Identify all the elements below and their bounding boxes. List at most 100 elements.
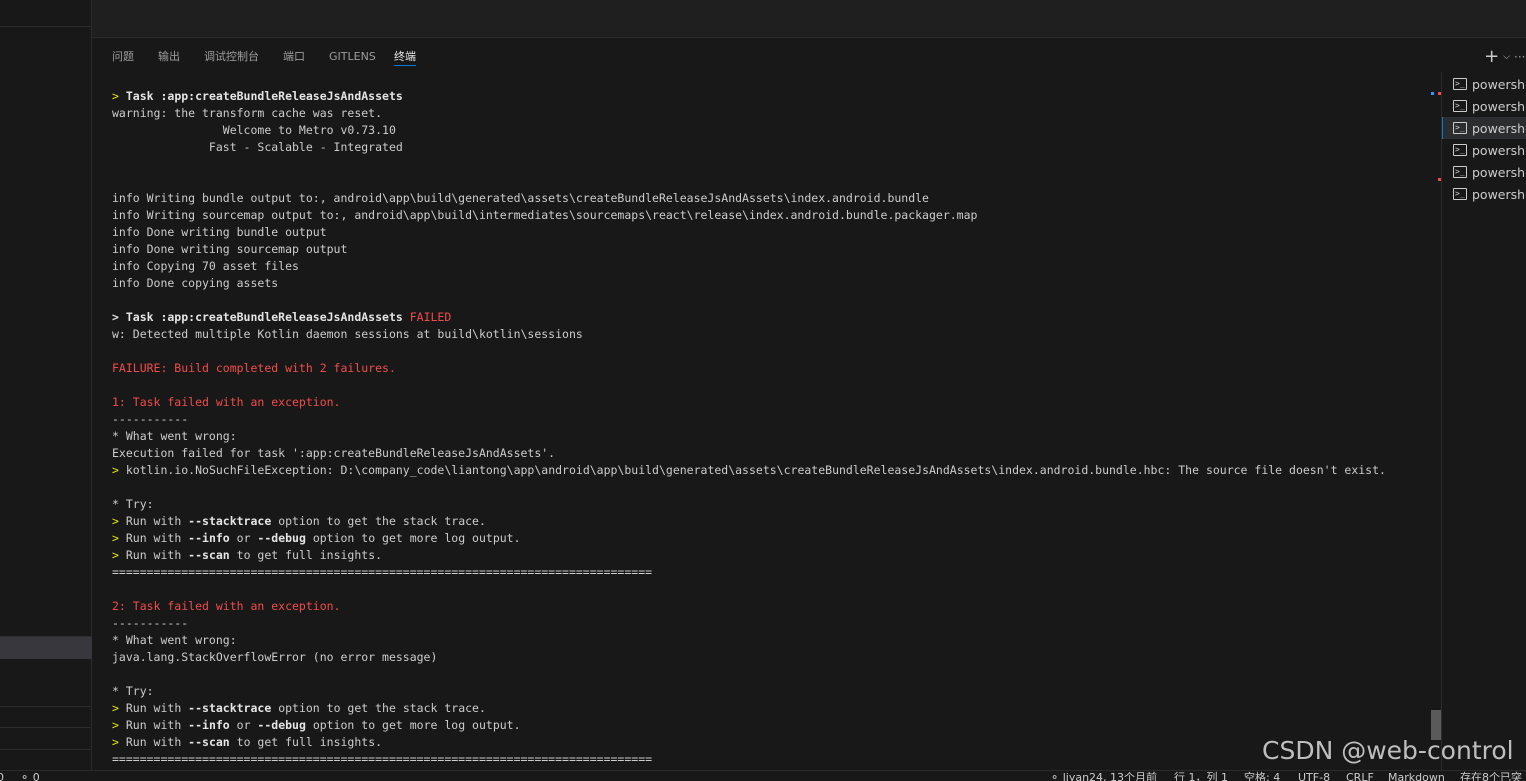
tab-terminal[interactable]: 终端 [394, 50, 416, 66]
terminal-text-segment: Run with [125, 514, 189, 528]
terminal-text-segment: warning: the transform cache was reset. [112, 106, 383, 120]
status-errors[interactable]: 0 [0, 772, 4, 781]
terminal-tab-item[interactable]: >_ powershell [1442, 95, 1526, 117]
terminal-text-segment: > [112, 701, 126, 715]
terminal-text-segment: Welcome to Metro v0.73.10 [112, 123, 396, 137]
terminal-text-segment: > [112, 531, 126, 545]
terminal-line: ----------- [112, 615, 1386, 632]
terminal-text-segment: info Done writing sourcemap output [112, 242, 348, 256]
terminal-text-segment: FAILURE: Build completed with 2 failures… [112, 361, 396, 375]
terminal-line: ========================================… [112, 564, 1386, 581]
terminal-icon: >_ [1453, 188, 1467, 200]
terminal-text-segment: ========================================… [112, 565, 653, 579]
terminal-text-segment: ----------- [112, 616, 189, 630]
sidebar-selected-item[interactable] [0, 637, 92, 659]
terminal-line: info Done copying assets [112, 275, 1386, 292]
terminal-text-segment: info Done writing bundle output [112, 225, 327, 239]
panel-actions: + ⌵ ··· [1484, 48, 1526, 66]
status-encoding[interactable]: UTF-8 [1298, 772, 1330, 781]
status-blame[interactable]: ⚬ liyan24, 13个月前 [1050, 772, 1157, 781]
terminal-text-segment: Fast - Scalable - Integrated [112, 140, 403, 154]
terminal-line: > kotlin.io.NoSuchFileException: D:\comp… [112, 462, 1386, 479]
terminal-text-segment: --info [188, 718, 230, 732]
tab-debug-console[interactable]: 调试控制台 [204, 50, 259, 66]
terminal-tab-item[interactable]: >_ powershell [1442, 183, 1526, 205]
terminal-lines: > Task :app:createBundleReleaseJsAndAsse… [112, 88, 1386, 768]
new-terminal-plus-icon[interactable]: + [1484, 48, 1499, 66]
terminal-icon: >_ [1453, 144, 1467, 156]
panel-tab-bar: 问题 输出 调试控制台 端口 GITLENS 终端 [92, 38, 1526, 76]
terminal-line: info Done writing bundle output [112, 224, 1386, 241]
terminal-text-segment: --stacktrace [188, 701, 272, 715]
terminal-tab-item[interactable]: >_ powershell [1442, 139, 1526, 161]
terminal-icon: >_ [1453, 122, 1467, 134]
terminal-tab-label: powershell [1472, 186, 1526, 202]
terminal-line: * What went wrong: [112, 632, 1386, 649]
scroll-marker [1431, 92, 1434, 95]
terminal-tab-item[interactable]: >_ powershell [1442, 73, 1526, 95]
terminal-line: FAILURE: Build completed with 2 failures… [112, 360, 1386, 377]
terminal-line: w: Detected multiple Kotlin daemon sessi… [112, 326, 1386, 343]
status-eol[interactable]: CRLF [1346, 772, 1374, 781]
csdn-watermark: CSDN @web-control [1262, 736, 1514, 765]
terminal-line: info Writing bundle output to:, android\… [112, 190, 1386, 207]
terminal-text-segment: info Writing sourcemap output to:, andro… [112, 208, 978, 222]
terminal-text-segment: Run with [125, 718, 189, 732]
status-indentation[interactable]: 空格: 4 [1244, 772, 1280, 781]
terminal-line: Welcome to Metro v0.73.10 [112, 122, 1386, 139]
tab-ports[interactable]: 端口 [283, 50, 305, 66]
terminal-icon: >_ [1453, 78, 1467, 90]
terminal-tab-label: powershell [1472, 142, 1526, 158]
terminal-text-segment: * What went wrong: [112, 633, 237, 647]
tab-gitlens[interactable]: GITLENS [329, 50, 376, 66]
terminal-text-segment: > [112, 514, 126, 528]
terminal-line: info Done writing sourcemap output [112, 241, 1386, 258]
terminal-text-segment: kotlin.io.NoSuchFileException: D:\compan… [125, 463, 1386, 477]
terminal-text-segment: info Copying 70 asset files [112, 259, 299, 273]
terminal-line: > Run with --scan to get full insights. [112, 734, 1386, 751]
terminal-text-segment: > [112, 718, 126, 732]
terminal-line: 1: Task failed with an exception. [112, 394, 1386, 411]
terminal-icon: >_ [1453, 166, 1467, 178]
terminal-text-segment: ========================================… [112, 752, 653, 766]
status-warnings[interactable]: ⚬ 0 [20, 772, 40, 781]
terminal-text-segment: 2: Task failed with an exception. [112, 599, 341, 613]
status-cursor-position[interactable]: 行 1，列 1 [1174, 772, 1228, 781]
terminal-line: warning: the transform cache was reset. [112, 105, 1386, 122]
terminal-text-segment: option to get the stack trace. [271, 514, 486, 528]
terminal-tabs-list: >_ powershell >_ powershell >_ powershel… [1441, 72, 1526, 770]
tab-output[interactable]: 输出 [158, 50, 180, 66]
more-actions-icon[interactable]: ··· [1514, 50, 1526, 64]
terminal-text-segment: or [229, 531, 258, 545]
terminal-output[interactable]: > Task :app:createBundleReleaseJsAndAsse… [92, 76, 1434, 770]
terminal-tab-item-active[interactable]: >_ powershell [1442, 117, 1526, 139]
terminal-text-segment: Run with [125, 735, 189, 749]
terminal-tab-label: powershell [1472, 120, 1526, 136]
tab-problems[interactable]: 问题 [112, 50, 134, 66]
terminal-line: > Run with --info or --debug option to g… [112, 530, 1386, 547]
terminal-text-segment: Run with [125, 531, 189, 545]
status-conflicts[interactable]: 存在8个已突 [1460, 772, 1522, 781]
terminal-text-segment: info Writing bundle output to:, android\… [112, 191, 929, 205]
sidebar-divider [0, 727, 92, 728]
terminal-text-segment: * Try: [112, 684, 154, 698]
sidebar-divider [0, 706, 92, 707]
terminal-text-segment: ----------- [112, 412, 189, 426]
status-bar: 0 ⚬ 0 ⚬ liyan24, 13个月前 行 1，列 1 空格: 4 UTF… [0, 770, 1526, 781]
terminal-line: * What went wrong: [112, 428, 1386, 445]
terminal-line: info Copying 70 asset files [112, 258, 1386, 275]
terminal-text-segment: > [112, 548, 126, 562]
sidebar-divider [0, 26, 92, 27]
launch-profile-chevron-icon[interactable]: ⌵ [1503, 52, 1510, 62]
terminal-text-segment: java.lang.StackOverflowError (no error m… [112, 650, 438, 664]
terminal-text-segment: --info [188, 531, 230, 545]
terminal-line: > Task :app:createBundleReleaseJsAndAsse… [112, 88, 1386, 105]
terminal-text-segment: --scan [188, 735, 230, 749]
terminal-text-segment: option to get the stack trace. [271, 701, 486, 715]
terminal-tab-item[interactable]: >_ powershell [1442, 161, 1526, 183]
terminal-text-segment: Task :app:createBundleReleaseJsAndAssets [125, 89, 403, 103]
terminal-tab-label: powershell [1472, 164, 1526, 180]
status-language[interactable]: Markdown [1388, 772, 1445, 781]
